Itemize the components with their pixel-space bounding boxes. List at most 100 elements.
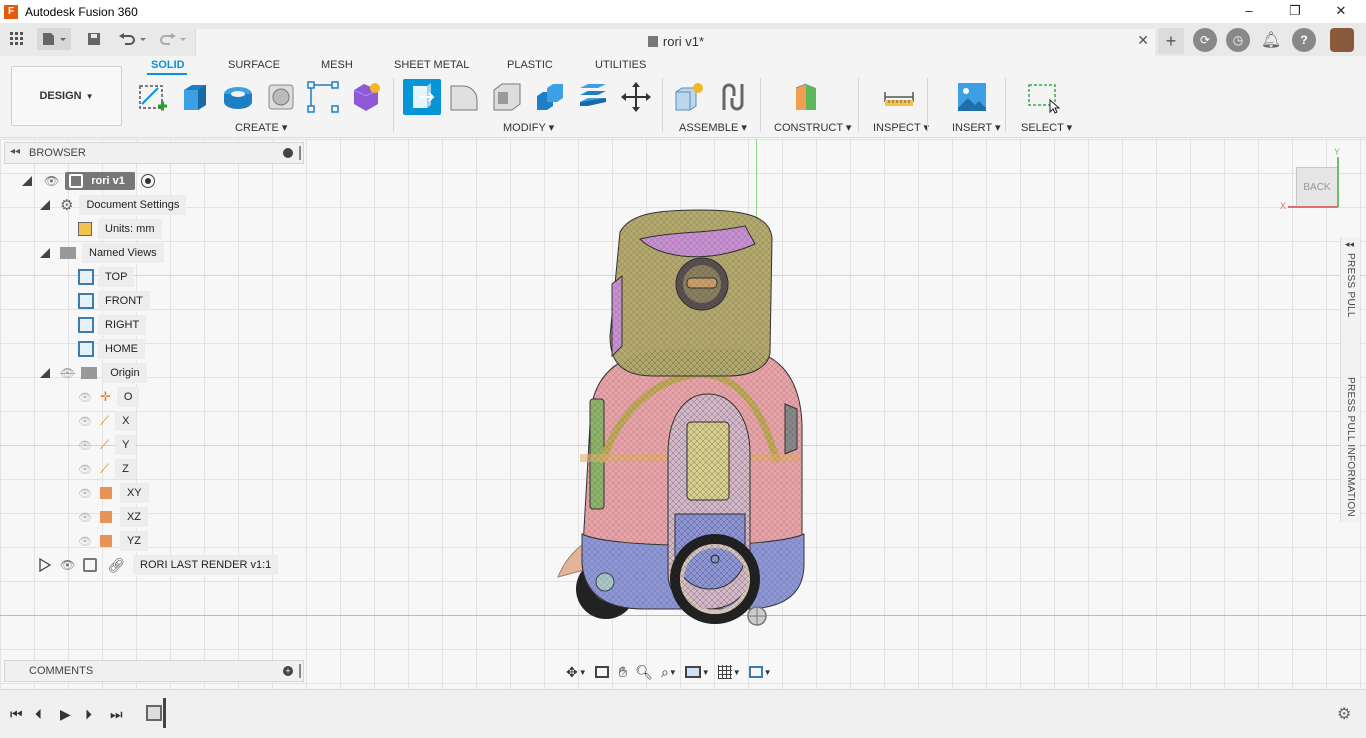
close-tab-button[interactable]: ✕ [1137, 32, 1149, 49]
panel-pin-icon[interactable] [299, 664, 301, 678]
notification-bell-icon[interactable]: 🔔︎ [1259, 28, 1283, 52]
minimize-button[interactable]: – [1226, 0, 1272, 23]
press-pull-icon[interactable] [405, 80, 439, 114]
tree-document-settings[interactable]: ⚙ Document Settings [38, 194, 187, 216]
tree-view-top[interactable]: TOP [78, 266, 135, 288]
tree-origin-y[interactable]: 👁︎ ⟋ Y [78, 434, 137, 456]
hidden-eye-icon[interactable]: 👁︎ [78, 463, 92, 476]
grid-settings-icon[interactable] [717, 665, 732, 679]
insert-image-icon[interactable] [955, 80, 989, 114]
tree-named-views[interactable]: Named Views [38, 242, 164, 264]
go-to-start-icon[interactable]: ⏮ [10, 706, 23, 723]
undo-icon[interactable] [116, 28, 148, 50]
add-comment-icon[interactable]: + [283, 666, 293, 676]
hidden-eye-icon[interactable]: 👁︎ [78, 487, 92, 500]
browser-panel-header[interactable]: ◂◂ BROWSER [4, 142, 304, 164]
tree-origin-point[interactable]: 👁︎ ✛ O [78, 386, 140, 408]
tree-origin[interactable]: 👁︎ Origin [38, 362, 147, 384]
expand-triangle-icon[interactable] [38, 198, 52, 212]
construct-menu[interactable]: CONSTRUCT ▾ [774, 121, 851, 134]
press-pull-side-panel[interactable]: ◂◂ PRESS PULL PRESS PULL INFORMATION [1340, 237, 1360, 522]
tree-origin-xz[interactable]: 👁︎ XZ [78, 506, 149, 528]
inspect-menu[interactable]: INSPECT ▾ [873, 121, 929, 134]
tab-solid[interactable]: SOLID [151, 59, 185, 71]
move-icon[interactable] [619, 80, 653, 114]
panel-pin-icon[interactable] [299, 146, 301, 160]
shell-icon[interactable] [490, 80, 524, 114]
tree-view-front[interactable]: FRONT [78, 290, 150, 312]
tree-root-row[interactable]: 👁︎ rori v1 [20, 170, 155, 192]
collapse-panel-icon[interactable]: ◂◂ [10, 146, 20, 157]
viewports-icon[interactable] [748, 666, 763, 678]
hidden-eye-icon[interactable]: 👁︎ [78, 535, 92, 548]
root-component-pill[interactable]: rori v1 [65, 172, 135, 190]
viewcube[interactable]: BACK [1296, 167, 1338, 207]
chevron-down-icon[interactable]: ▼ [733, 668, 741, 677]
visibility-eye-icon[interactable]: 👁︎ [44, 174, 59, 188]
workspace-switcher-button[interactable]: DESIGN ▼ [11, 66, 122, 126]
offset-plane-icon[interactable] [792, 80, 826, 114]
maximize-button[interactable]: ❐ [1272, 0, 1318, 23]
expand-triangle-icon[interactable] [38, 366, 52, 380]
visibility-eye-icon[interactable]: 👁︎ [60, 558, 75, 572]
help-icon[interactable]: ? [1292, 28, 1316, 52]
select-menu[interactable]: SELECT ▾ [1021, 121, 1072, 134]
hidden-eye-icon[interactable]: 👁︎ [78, 415, 92, 428]
assemble-menu[interactable]: ASSEMBLE ▾ [679, 121, 747, 134]
sweep-icon[interactable] [264, 80, 298, 114]
hidden-eye-icon[interactable]: 👁︎ [78, 391, 92, 404]
insert-menu[interactable]: INSERT ▾ [952, 121, 1001, 134]
3d-viewport[interactable]: BACK X Y [0, 139, 1366, 689]
window-select-icon[interactable] [1026, 80, 1060, 114]
fillet-icon[interactable] [447, 80, 481, 114]
tab-mesh[interactable]: MESH [321, 59, 353, 71]
save-icon[interactable] [84, 28, 104, 50]
settings-gear-icon[interactable]: ⚙ [1337, 704, 1351, 724]
close-window-button[interactable]: ✕ [1318, 0, 1364, 23]
go-to-end-icon[interactable]: ⏭ [110, 706, 123, 723]
origin-point-icon[interactable] [746, 605, 768, 627]
new-component-icon[interactable] [672, 80, 706, 114]
revolve-icon[interactable] [221, 80, 255, 114]
create-sketch-icon[interactable] [136, 80, 170, 114]
hidden-eye-icon[interactable]: 👁︎ [60, 366, 75, 380]
tree-linked-component[interactable]: 👁︎ 🔗︎ RORI LAST RENDER v1:1 [38, 554, 279, 576]
job-status-icon[interactable]: ⟳ [1193, 28, 1217, 52]
combine-icon[interactable] [533, 80, 567, 114]
display-settings-icon[interactable] [684, 666, 701, 678]
chevron-down-icon[interactable]: ▼ [669, 668, 677, 677]
timeline-marker[interactable] [163, 698, 166, 728]
chevron-down-icon[interactable]: ▼ [702, 668, 710, 677]
create-menu[interactable]: CREATE ▾ [235, 121, 287, 134]
tab-utilities[interactable]: UTILITIES [595, 59, 646, 71]
robot-model[interactable] [550, 204, 820, 624]
create-form-icon[interactable] [349, 80, 383, 114]
expand-triangle-right-icon[interactable] [38, 558, 52, 572]
step-forward-icon[interactable]: ⏵ [85, 706, 92, 723]
hidden-eye-icon[interactable]: 👁︎ [78, 511, 92, 524]
fit-zoom-icon[interactable]: ⌕ [661, 664, 669, 681]
tree-units[interactable]: Units: mm [78, 218, 162, 240]
step-back-icon[interactable]: ⏴ [35, 706, 42, 723]
clock-icon[interactable]: ◷ [1226, 28, 1250, 52]
tree-origin-z[interactable]: 👁︎ ⟋ Z [78, 458, 136, 480]
expand-panel-icon[interactable]: ◂◂ [1345, 239, 1354, 250]
tree-view-home[interactable]: HOME [78, 338, 145, 360]
tree-origin-x[interactable]: 👁︎ ⟋ X [78, 410, 137, 432]
document-tab[interactable]: rori v1* ✕ [195, 29, 1155, 56]
tree-origin-xy[interactable]: 👁︎ XY [78, 482, 149, 504]
expand-triangle-icon[interactable] [38, 246, 52, 260]
tab-sheet-metal[interactable]: SHEET METAL [394, 59, 469, 71]
pan-hand-icon[interactable]: ✋︎ [619, 664, 628, 681]
modify-menu[interactable]: MODIFY ▾ [503, 121, 554, 134]
tab-surface[interactable]: SURFACE [228, 59, 280, 71]
hidden-eye-icon[interactable]: 👁︎ [78, 439, 92, 452]
chevron-down-icon[interactable]: ▼ [764, 668, 772, 677]
measure-icon[interactable] [882, 80, 916, 114]
chevron-down-icon[interactable]: ▼ [579, 668, 587, 677]
joint-icon[interactable] [716, 80, 750, 114]
pattern-icon[interactable] [306, 80, 340, 114]
timeline-feature-icon[interactable] [146, 705, 162, 721]
orbit-icon[interactable]: ✥ [566, 664, 578, 681]
file-menu-icon[interactable] [37, 28, 71, 50]
